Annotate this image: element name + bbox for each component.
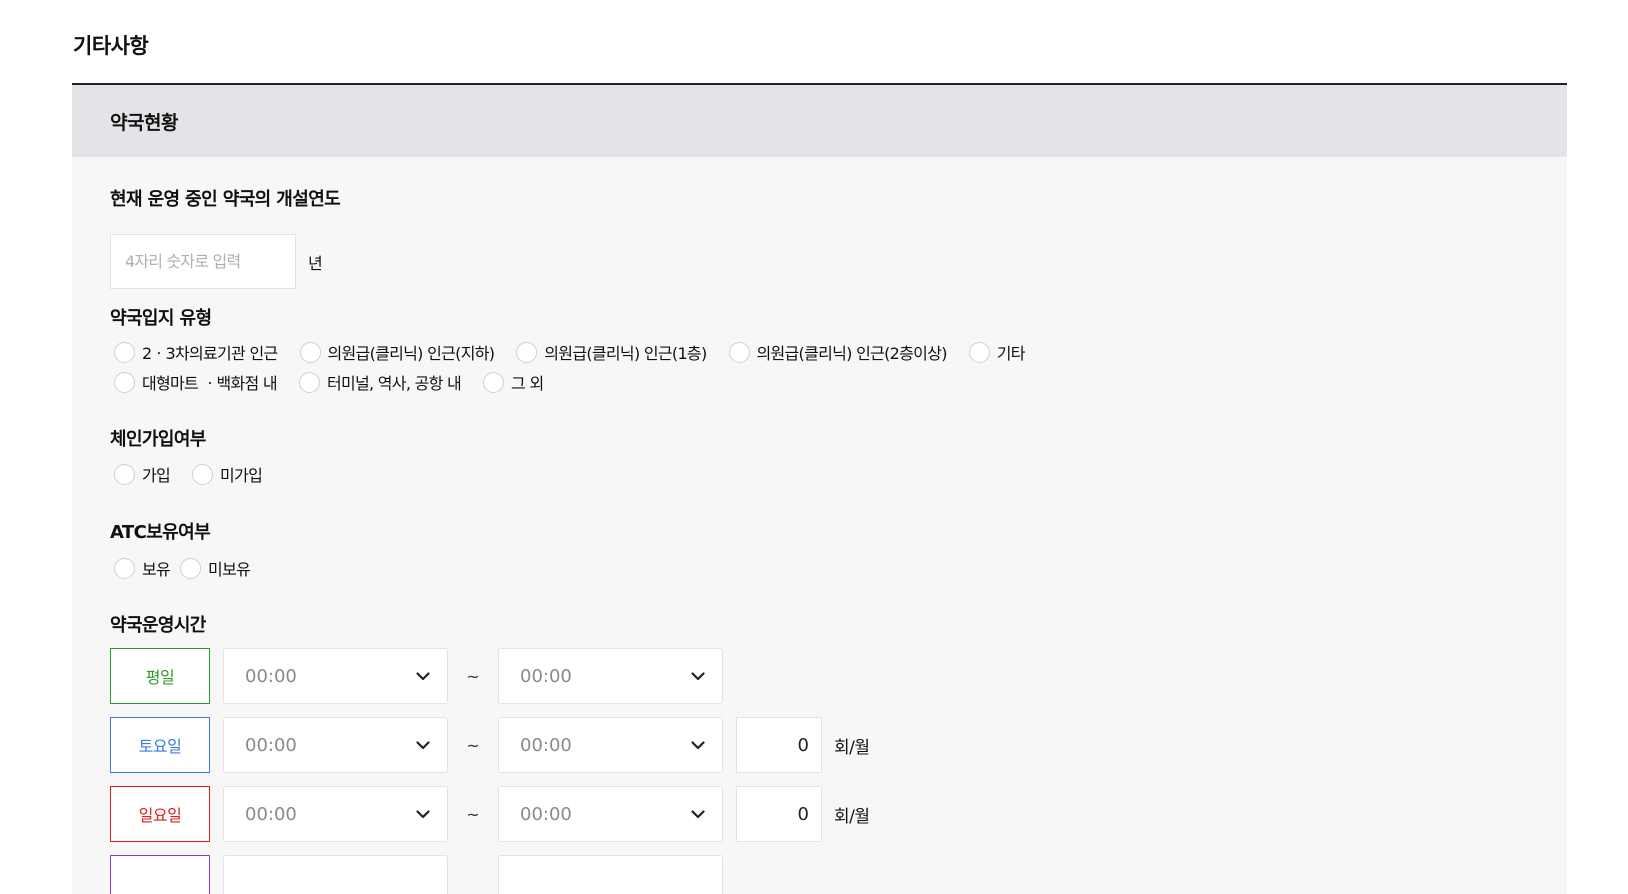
start-time-select[interactable]: 00:00 bbox=[223, 717, 448, 773]
opening-year-unit: 년 bbox=[308, 254, 323, 273]
option-label: 2ㆍ3차의료기관 인근 bbox=[142, 344, 278, 363]
radio-circle[interactable] bbox=[192, 463, 214, 485]
radio-circle[interactable] bbox=[483, 371, 505, 393]
option-label: 터미널, 역사, 공항 내 bbox=[326, 374, 462, 393]
option-label: 의원급(클리닉) 인근(지하) bbox=[327, 344, 495, 363]
start-time-value: 00:00 bbox=[245, 803, 297, 825]
hours-row-sunday: 일요일 00:00 ~ 00:00 0 회/월 bbox=[110, 786, 870, 842]
location-type-options-row2: 대형마트 ㆍ백화점 내 터미널, 역사, 공항 내 그 외 bbox=[114, 370, 565, 394]
radio-circle[interactable] bbox=[114, 341, 135, 363]
day-button-saturday[interactable]: 토요일 bbox=[110, 717, 210, 773]
option-label: 의원급(클리닉) 인근(2층이상) bbox=[756, 344, 948, 363]
radio-circle[interactable] bbox=[114, 557, 135, 579]
chain-option-joined[interactable]: 가입 bbox=[114, 462, 171, 486]
page-title: 기타사항 bbox=[73, 34, 149, 58]
radio-circle[interactable] bbox=[968, 341, 990, 363]
option-label: 미보유 bbox=[208, 560, 251, 579]
panel-title: 약국현황 bbox=[110, 111, 178, 134]
option-label: 가입 bbox=[142, 466, 171, 485]
hours-row-saturday: 토요일 00:00 ~ 00:00 0 회/월 bbox=[110, 717, 870, 773]
location-option-mart[interactable]: 대형마트 ㆍ백화점 내 bbox=[114, 370, 278, 394]
end-time-select[interactable]: 00:00 bbox=[498, 717, 723, 773]
location-option-etc[interactable]: 그 외 bbox=[483, 370, 544, 394]
location-option-tertiary-hospital[interactable]: 2ㆍ3차의료기관 인근 bbox=[114, 340, 278, 364]
sunday-count-input[interactable]: 0 bbox=[736, 786, 822, 842]
day-button-sunday[interactable]: 일요일 bbox=[110, 786, 210, 842]
hours-row-holiday bbox=[110, 855, 723, 894]
radio-circle[interactable] bbox=[516, 341, 538, 363]
panel-header: 약국현황 bbox=[72, 85, 1567, 157]
location-type-label: 약국입지 유형 bbox=[110, 308, 212, 329]
radio-circle[interactable] bbox=[114, 371, 135, 393]
opening-year-label: 현재 운영 중인 약국의 개설연도 bbox=[110, 189, 341, 210]
atc-options: 보유 미보유 bbox=[114, 556, 272, 580]
option-label: 의원급(클리닉) 인근(1층) bbox=[544, 344, 707, 363]
day-button-holiday[interactable] bbox=[110, 855, 210, 894]
end-time-select[interactable] bbox=[498, 855, 723, 894]
start-time-select[interactable] bbox=[223, 855, 448, 894]
radio-circle[interactable] bbox=[180, 557, 202, 579]
operating-hours-label: 약국운영시간 bbox=[110, 615, 206, 636]
end-time-value: 00:00 bbox=[520, 803, 572, 825]
start-time-value: 00:00 bbox=[245, 665, 297, 687]
chevron-down-icon bbox=[690, 737, 706, 753]
start-time-select[interactable]: 00:00 bbox=[223, 786, 448, 842]
count-unit: 회/월 bbox=[834, 737, 870, 758]
opening-year-input[interactable] bbox=[110, 234, 296, 289]
option-label: 그 외 bbox=[511, 374, 544, 393]
option-label: 미가입 bbox=[220, 466, 263, 485]
option-label: 기타 bbox=[996, 344, 1026, 363]
option-label: 대형마트 ㆍ백화점 내 bbox=[142, 374, 278, 393]
chevron-down-icon bbox=[415, 737, 431, 753]
atc-option-owned[interactable]: 보유 bbox=[114, 556, 171, 580]
chain-label: 체인가입여부 bbox=[110, 429, 206, 450]
location-option-clinic-1f[interactable]: 의원급(클리닉) 인근(1층) bbox=[516, 340, 707, 364]
end-time-value: 00:00 bbox=[520, 665, 572, 687]
end-time-select[interactable]: 00:00 bbox=[498, 648, 723, 704]
location-option-clinic-2f-plus[interactable]: 의원급(클리닉) 인근(2층이상) bbox=[728, 340, 948, 364]
radio-circle[interactable] bbox=[114, 463, 135, 485]
option-label: 보유 bbox=[142, 560, 171, 579]
start-time-select[interactable]: 00:00 bbox=[223, 648, 448, 704]
start-time-value: 00:00 bbox=[245, 734, 297, 756]
end-time-select[interactable]: 00:00 bbox=[498, 786, 723, 842]
location-type-options-row1: 2ㆍ3차의료기관 인근 의원급(클리닉) 인근(지하) 의원급(클리닉) 인근(… bbox=[114, 340, 1047, 364]
pharmacy-status-panel: 약국현황 현재 운영 중인 약국의 개설연도 년 약국입지 유형 2ㆍ3차의료기… bbox=[72, 83, 1567, 894]
location-option-clinic-basement[interactable]: 의원급(클리닉) 인근(지하) bbox=[299, 340, 495, 364]
chevron-down-icon bbox=[690, 668, 706, 684]
chevron-down-icon bbox=[415, 668, 431, 684]
atc-label: ATC보유여부 bbox=[110, 522, 211, 543]
count-unit: 회/월 bbox=[834, 806, 870, 827]
chain-options: 가입 미가입 bbox=[114, 462, 284, 486]
hours-row-weekday: 평일 00:00 ~ 00:00 bbox=[110, 648, 723, 704]
radio-circle[interactable] bbox=[728, 341, 750, 363]
location-option-other[interactable]: 기타 bbox=[968, 340, 1026, 364]
chevron-down-icon bbox=[415, 806, 431, 822]
saturday-count-input[interactable]: 0 bbox=[736, 717, 822, 773]
chain-option-not-joined[interactable]: 미가입 bbox=[192, 462, 263, 486]
day-button-weekday[interactable]: 평일 bbox=[110, 648, 210, 704]
radio-circle[interactable] bbox=[299, 341, 321, 363]
chevron-down-icon bbox=[690, 806, 706, 822]
end-time-value: 00:00 bbox=[520, 734, 572, 756]
location-option-terminal[interactable]: 터미널, 역사, 공항 내 bbox=[298, 370, 462, 394]
time-range-separator: ~ bbox=[466, 735, 480, 755]
time-range-separator: ~ bbox=[466, 804, 480, 824]
atc-option-not-owned[interactable]: 미보유 bbox=[180, 556, 251, 580]
radio-circle[interactable] bbox=[298, 371, 320, 393]
time-range-separator: ~ bbox=[466, 666, 480, 686]
